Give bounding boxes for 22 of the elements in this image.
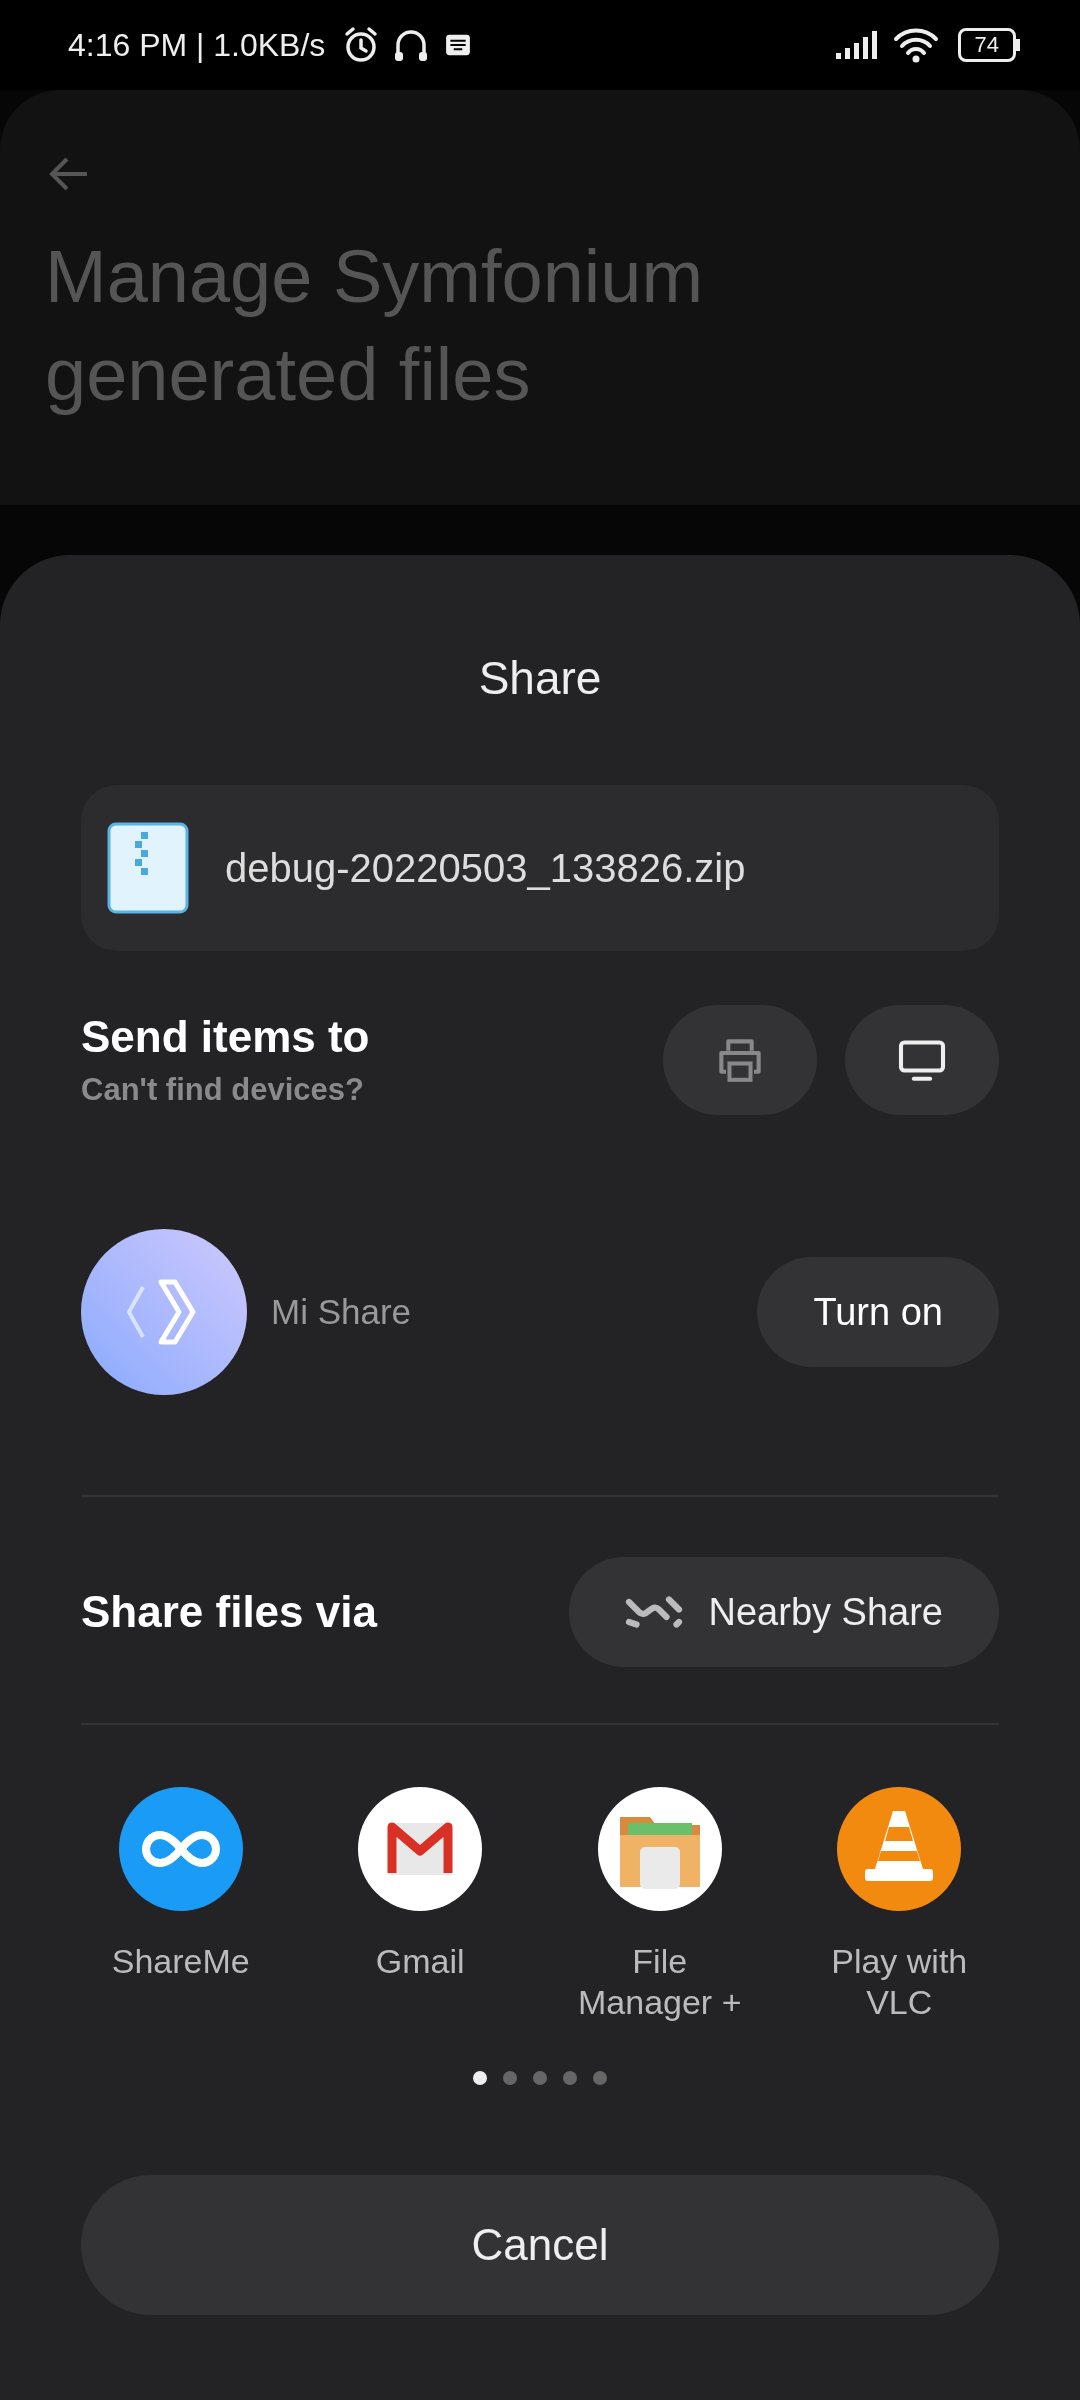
status-time: 4:16 PM | 1.0KB/s <box>68 26 326 64</box>
battery-indicator: 74 <box>957 28 1016 62</box>
page-title: Manage Symfonium generated files <box>45 234 705 418</box>
cant-find-devices-link[interactable]: Can't find devices? <box>81 1072 635 1108</box>
nearby-share-button[interactable]: Nearby Share <box>568 1557 999 1667</box>
send-items-heading: Send items to <box>81 1012 371 1062</box>
share-files-via-heading: Share files via <box>81 1587 377 1637</box>
app-name[interactable]: ShareMe <box>85 1941 276 1982</box>
folder-app-icon[interactable] <box>597 1787 722 1911</box>
traffic-cone-app-icon[interactable] <box>837 1787 962 1911</box>
infinity-app-icon[interactable] <box>118 1787 243 1911</box>
turn-on-button[interactable]: Turn on <box>757 1257 999 1367</box>
sheet-title: Share <box>477 651 603 705</box>
file-name: debug-20220503_133826.zip <box>225 845 746 891</box>
mi-share-icon[interactable] <box>81 1229 247 1395</box>
cancel-button[interactable]: Cancel <box>81 2175 999 2315</box>
app-name[interactable]: Gmail <box>325 1941 516 1982</box>
zip-file-icon <box>107 822 189 914</box>
app-name[interactable]: File Manager + <box>564 1941 755 2023</box>
app-name[interactable]: Play with VLC <box>804 1941 995 2023</box>
mi-share-label: Mi Share <box>271 1292 412 1332</box>
envelope-app-icon[interactable] <box>358 1787 483 1911</box>
